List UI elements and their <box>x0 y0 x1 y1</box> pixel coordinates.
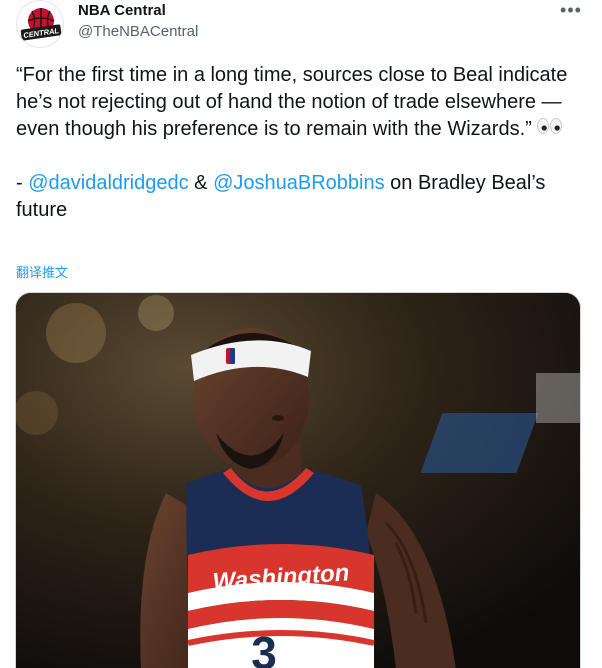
bradley-beal-photo: Washington 3 <box>16 293 580 668</box>
tweet-media-photo[interactable]: Washington 3 <box>15 292 581 668</box>
credit-prefix: - <box>16 172 29 195</box>
nba-central-logo-icon: CENTRAL <box>19 3 63 47</box>
mention-joshuabrobbins[interactable]: @JoshuaBRobbins <box>213 172 385 194</box>
eyes-emoji-icon <box>536 116 564 143</box>
tweet-quote: “For the first time in a long time, sour… <box>16 62 586 143</box>
translate-tweet-link[interactable]: 翻译推文 <box>16 262 68 281</box>
tweet-credit: - @davidaldridgedc & @JoshuaBRobbins on … <box>16 170 586 224</box>
tweet-header: CENTRAL NBA Central @TheNBACentral ••• <box>16 0 586 60</box>
author-name[interactable]: NBA Central <box>78 2 166 19</box>
credit-ampersand: & <box>188 172 214 195</box>
mention-davidaldridgedc[interactable]: @davidaldridgedc <box>28 172 188 194</box>
more-options-icon[interactable]: ••• <box>556 1 586 24</box>
quote-text: “For the first time in a long time, sour… <box>16 64 568 140</box>
avatar[interactable]: CENTRAL <box>16 0 64 48</box>
author-handle[interactable]: @TheNBACentral <box>78 23 198 40</box>
tweet-text: “For the first time in a long time, sour… <box>16 62 586 224</box>
jersey-number: 3 <box>251 627 277 668</box>
